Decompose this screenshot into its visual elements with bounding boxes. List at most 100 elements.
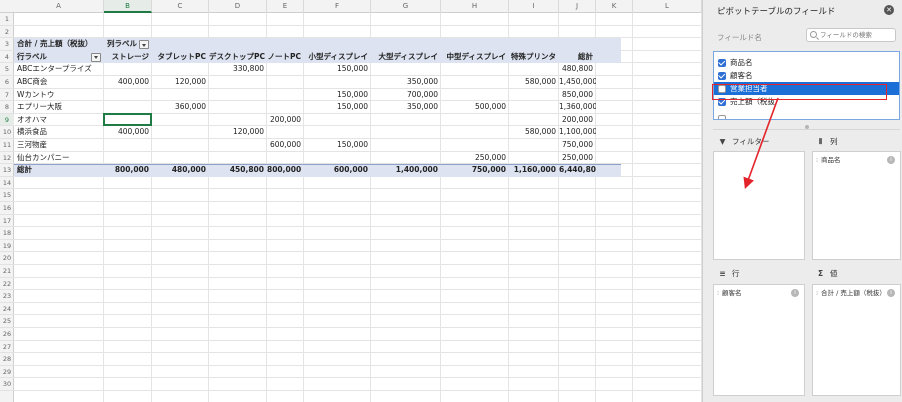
field-search-box[interactable] — [806, 28, 896, 42]
pivot-value-cell[interactable]: 500,000 — [441, 101, 509, 114]
resize-handle[interactable] — [805, 125, 809, 129]
info-icon[interactable]: i — [887, 155, 895, 164]
pivot-row-label[interactable]: 三河物産 — [14, 139, 104, 152]
pivot-value-cell[interactable]: 700,000 — [371, 89, 441, 102]
row-header-14[interactable]: 14 — [0, 177, 14, 190]
pivot-row-label[interactable]: エプリー大阪 — [14, 101, 104, 114]
row-header-28[interactable]: 28 — [0, 353, 14, 366]
pivot-value-cell[interactable]: 150,000 — [304, 139, 371, 152]
pivot-total-cell[interactable]: 450,800 — [209, 164, 267, 177]
filter-drop-area[interactable] — [713, 151, 805, 260]
pivot-row-label[interactable]: 仙台カンパニー — [14, 152, 104, 165]
pivot-row-label[interactable]: 横浜食品 — [14, 126, 104, 139]
pivot-value-cell[interactable]: 600,000 — [267, 139, 304, 152]
row-header-6[interactable]: 6 — [0, 76, 14, 89]
pivot-value-cell[interactable]: 750,000 — [559, 139, 596, 152]
pivot-row-label[interactable]: Wカントウ — [14, 89, 104, 102]
row-header-20[interactable]: 20 — [0, 252, 14, 265]
spreadsheet[interactable]: ABCDEFGHIJKL 1 2 3 4 5 6 7 8 9 10 11 12 13 14 15 16 17 18… — [0, 0, 702, 402]
row-header-13[interactable]: 13 — [0, 164, 14, 177]
pivot-column-header[interactable]: 大型ディスプレイ — [371, 51, 441, 64]
info-icon[interactable]: i — [791, 288, 799, 297]
pivot-total-cell[interactable]: 480,000 — [152, 164, 209, 177]
pivot-total-label[interactable]: 総計 — [14, 164, 104, 177]
column-header-b[interactable]: B — [104, 0, 152, 13]
column-header-f[interactable]: F — [304, 0, 371, 13]
close-icon[interactable]: ✕ — [884, 5, 894, 15]
pivot-value-cell[interactable]: 1,100,000 — [559, 126, 596, 139]
pivot-value-cell[interactable]: 250,000 — [441, 152, 509, 165]
row-header-23[interactable]: 23 — [0, 290, 14, 303]
pivot-total-cell[interactable]: 600,000 — [304, 164, 371, 177]
row-header-11[interactable]: 11 — [0, 139, 14, 152]
pivot-column-header[interactable]: 中型ディスプレイ — [441, 51, 509, 64]
pivot-column-header[interactable]: ノートPC — [267, 51, 304, 64]
column-header-g[interactable]: G — [371, 0, 441, 13]
row-header-19[interactable]: 19 — [0, 240, 14, 253]
selected-cell[interactable] — [103, 112, 152, 127]
column-header-l[interactable]: L — [633, 0, 702, 13]
column-header-j[interactable]: J — [559, 0, 596, 13]
pivot-value-cell[interactable]: 350,000 — [371, 76, 441, 89]
columns-field-pill[interactable]: ⁝ 商品名 i — [816, 155, 897, 165]
row-header-22[interactable]: 22 — [0, 278, 14, 291]
pivot-column-header[interactable]: ストレージ — [104, 51, 152, 64]
columns-drop-area[interactable]: ⁝ 商品名 i — [812, 151, 901, 260]
pivot-value-cell[interactable]: 480,800 — [559, 63, 596, 76]
pivot-value-cell[interactable]: 150,000 — [304, 63, 371, 76]
row-header-27[interactable]: 27 — [0, 341, 14, 354]
cell-grid[interactable]: 合計 / 売上額（税抜） 列ラベル 行ラベル ストレージ タブレットPC デスクトップPC… — [14, 13, 702, 402]
row-header-30[interactable]: 30 — [0, 378, 14, 391]
pivot-value-cell[interactable]: 330,800 — [209, 63, 267, 76]
rows-drop-area[interactable]: ⁝ 顧客名 i — [713, 284, 805, 396]
pivot-value-cell[interactable]: 120,000 — [152, 76, 209, 89]
row-header-10[interactable]: 10 — [0, 126, 14, 139]
row-header-15[interactable]: 15 — [0, 189, 14, 202]
column-filter-dropdown[interactable] — [139, 40, 149, 49]
values-field-pill[interactable]: ⁝ 合計 / 売上額（税抜） i — [816, 288, 897, 298]
row-header-29[interactable]: 29 — [0, 366, 14, 379]
column-header-a[interactable]: A — [14, 0, 104, 13]
column-header-k[interactable]: K — [596, 0, 633, 13]
pivot-value-cell[interactable]: 200,000 — [559, 114, 596, 127]
pivot-total-cell[interactable]: 800,000 — [267, 164, 304, 177]
row-header-8[interactable]: 8 — [0, 101, 14, 114]
pivot-value-cell[interactable]: 350,000 — [371, 101, 441, 114]
pivot-value-cell[interactable]: 200,000 — [267, 114, 304, 127]
row-header-18[interactable]: 18 — [0, 227, 14, 240]
row-header-25[interactable]: 25 — [0, 315, 14, 328]
column-header-e[interactable]: E — [267, 0, 304, 13]
field-search-input[interactable] — [820, 29, 894, 41]
pivot-value-cell[interactable]: 580,000 — [509, 126, 559, 139]
pivot-column-header[interactable]: 特殊プリンタ — [509, 51, 559, 64]
row-header-7[interactable]: 7 — [0, 89, 14, 102]
row-header-12[interactable]: 12 — [0, 152, 14, 165]
row-header-4[interactable]: 4 — [0, 51, 14, 64]
pivot-row-label[interactable]: ABC商会 — [14, 76, 104, 89]
row-filter-dropdown[interactable] — [91, 52, 101, 62]
pivot-value-cell[interactable]: 120,000 — [209, 126, 267, 139]
row-header-16[interactable]: 16 — [0, 202, 14, 215]
row-header-26[interactable]: 26 — [0, 328, 14, 341]
values-drop-area[interactable]: ⁝ 合計 / 売上額（税抜） i — [812, 284, 901, 396]
pivot-value-cell[interactable]: 150,000 — [304, 101, 371, 114]
row-header-3[interactable]: 3 — [0, 38, 14, 51]
row-header-24[interactable]: 24 — [0, 303, 14, 316]
field-list-item[interactable]: 商品名 — [714, 56, 899, 69]
row-header-21[interactable]: 21 — [0, 265, 14, 278]
row-header-17[interactable]: 17 — [0, 215, 14, 228]
pivot-value-cell[interactable]: 150,000 — [304, 89, 371, 102]
row-header-2[interactable]: 2 — [0, 26, 14, 39]
pivot-value-cell[interactable]: 1,360,000 — [559, 101, 596, 114]
pivot-column-header[interactable]: 小型ディスプレイ — [304, 51, 371, 64]
pivot-total-cell[interactable]: 6,440,800 — [559, 164, 596, 177]
pivot-column-header[interactable]: デスクトップPC — [209, 51, 267, 64]
row-header-9[interactable]: 9 — [0, 113, 14, 127]
pivot-total-cell[interactable]: 1,160,000 — [509, 164, 559, 177]
column-header-i[interactable]: I — [509, 0, 559, 13]
pivot-total-cell[interactable]: 1,400,000 — [371, 164, 441, 177]
pivot-column-header[interactable]: タブレットPC — [152, 51, 209, 64]
row-header-5[interactable]: 5 — [0, 63, 14, 76]
info-icon[interactable]: i — [887, 288, 895, 297]
pivot-row-label[interactable]: ABCエンタープライズ — [14, 63, 104, 76]
